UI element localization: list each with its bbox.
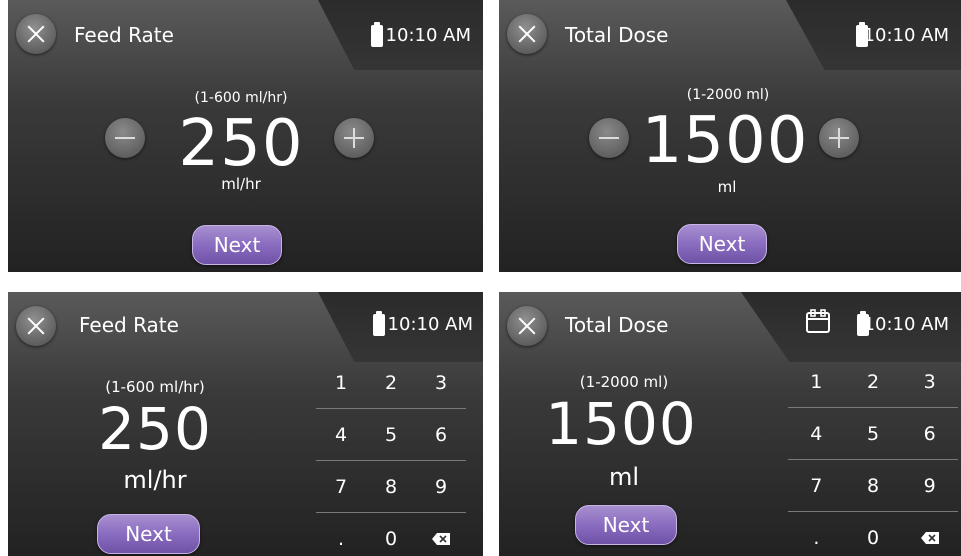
key-decimal[interactable]: . [788, 512, 845, 556]
clock-time: 10:10 AM [863, 25, 949, 46]
backspace-icon [920, 532, 939, 544]
key-9[interactable]: 9 [901, 460, 958, 511]
backspace-key[interactable] [416, 513, 466, 556]
next-button[interactable]: Next [677, 224, 767, 264]
value-unit: ml [608, 463, 640, 491]
key-7[interactable]: 7 [316, 461, 366, 512]
keypad-row: . 0 [316, 513, 466, 556]
total-dose-screen-stepper: Total Dose 10:10 AM (1-2000 ml) 1500 ml … [499, 0, 961, 272]
key-1[interactable]: 1 [316, 357, 366, 408]
clock-time: 10:10 AM [385, 25, 471, 46]
battery-icon [371, 22, 383, 47]
value-range: (1-600 ml/hr) [194, 90, 288, 106]
key-8[interactable]: 8 [845, 460, 902, 511]
feed-rate-screen-stepper: Feed Rate 10:10 AM (1-600 ml/hr) 250 ml/… [8, 0, 483, 272]
close-button[interactable] [507, 306, 547, 346]
screen-title: Feed Rate [79, 313, 179, 337]
value-range: (1-2000 ml) [686, 87, 770, 103]
numeric-keypad: 1 2 3 4 5 6 7 8 9 . 0 [316, 357, 466, 556]
feed-rate-screen-keypad: Feed Rate 10:10 AM (1-600 ml/hr) 250 ml/… [8, 292, 483, 556]
value-range: (1-600 ml/hr) [105, 378, 205, 396]
minus-icon [115, 137, 135, 139]
clock-time: 10:10 AM [387, 314, 473, 335]
screen-title: Feed Rate [74, 23, 174, 47]
increment-button[interactable] [334, 118, 374, 158]
battery-icon [373, 311, 385, 336]
close-button[interactable] [507, 14, 547, 54]
keypad-row: 1 2 3 [788, 356, 958, 408]
screen-title: Total Dose [565, 23, 669, 47]
keypad-row: 7 8 9 [316, 461, 466, 513]
keypad-row: 4 5 6 [788, 408, 958, 460]
key-0[interactable]: 0 [845, 512, 902, 556]
close-button[interactable] [16, 14, 56, 54]
key-9[interactable]: 9 [416, 461, 466, 512]
key-1[interactable]: 1 [788, 356, 845, 407]
value-display: 1500 [545, 390, 697, 458]
key-3[interactable]: 3 [901, 356, 958, 407]
clock-time: 10:10 AM [863, 314, 949, 335]
close-button[interactable] [16, 306, 56, 346]
calendar-icon [806, 309, 830, 333]
key-3[interactable]: 3 [416, 357, 466, 408]
value-display: 250 [178, 107, 304, 181]
decrement-button[interactable] [105, 118, 145, 158]
decrement-button[interactable] [589, 118, 629, 158]
next-button[interactable]: Next [192, 225, 282, 265]
value-display: 1500 [641, 104, 809, 178]
value-unit: ml/hr [123, 466, 187, 494]
increment-button[interactable] [819, 118, 859, 158]
value-unit: ml [717, 178, 737, 196]
key-6[interactable]: 6 [901, 408, 958, 459]
key-6[interactable]: 6 [416, 409, 466, 460]
key-7[interactable]: 7 [788, 460, 845, 511]
key-decimal[interactable]: . [316, 513, 366, 556]
key-5[interactable]: 5 [366, 409, 416, 460]
next-button[interactable]: Next [575, 505, 677, 545]
keypad-row: 1 2 3 [316, 357, 466, 409]
total-dose-screen-keypad: Total Dose 10:10 AM (1-2000 ml) 1500 ml … [499, 292, 961, 556]
minus-icon [599, 137, 619, 139]
key-4[interactable]: 4 [316, 409, 366, 460]
keypad-row: . 0 [788, 512, 958, 556]
key-4[interactable]: 4 [788, 408, 845, 459]
next-button[interactable]: Next [97, 514, 200, 554]
key-0[interactable]: 0 [366, 513, 416, 556]
key-2[interactable]: 2 [366, 357, 416, 408]
backspace-key[interactable] [901, 512, 958, 556]
value-unit: ml/hr [221, 175, 261, 193]
key-5[interactable]: 5 [845, 408, 902, 459]
numeric-keypad: 1 2 3 4 5 6 7 8 9 . 0 [788, 356, 958, 556]
screen-title: Total Dose [565, 313, 669, 337]
keypad-row: 7 8 9 [788, 460, 958, 512]
backspace-icon [432, 533, 450, 545]
keypad-row: 4 5 6 [316, 409, 466, 461]
value-range: (1-2000 ml) [579, 373, 669, 391]
value-display: 250 [98, 395, 212, 463]
key-2[interactable]: 2 [845, 356, 902, 407]
key-8[interactable]: 8 [366, 461, 416, 512]
